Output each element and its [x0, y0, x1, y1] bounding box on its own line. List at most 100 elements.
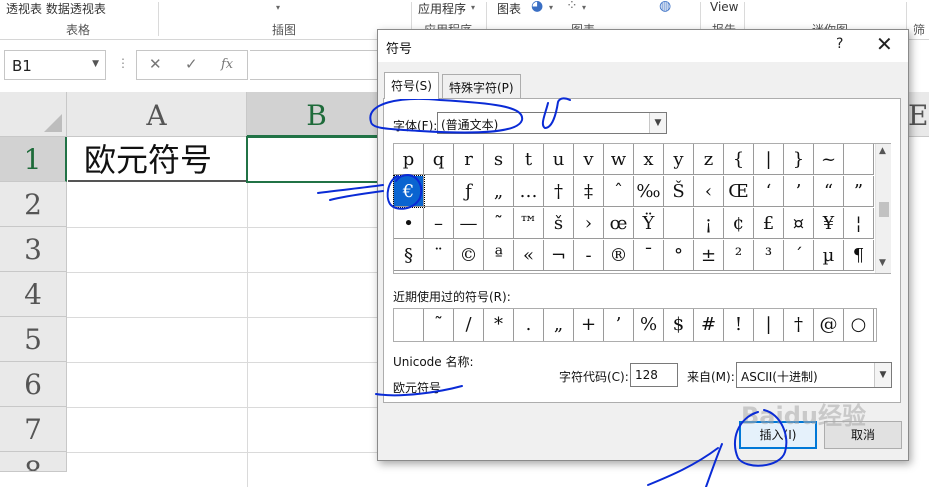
symbol-cell[interactable]: —: [454, 208, 484, 239]
scroll-thumb[interactable]: [879, 202, 889, 217]
symbol-cell[interactable]: }: [784, 144, 814, 175]
symbol-cell[interactable]: Ÿ: [634, 208, 664, 239]
row-header-8[interactable]: 8: [0, 452, 67, 472]
symbol-cell[interactable]: °: [664, 240, 694, 271]
view-button[interactable]: View: [710, 0, 738, 14]
symbol-cell[interactable]: ¶: [844, 240, 874, 271]
symbol-cell[interactable]: v: [574, 144, 604, 175]
symbol-cell[interactable]: –: [424, 208, 454, 239]
column-header-a[interactable]: A: [67, 92, 247, 137]
symbol-cell[interactable]: µ: [814, 240, 844, 271]
chevron-down-icon[interactable]: ▼: [92, 59, 99, 69]
symbol-cell[interactable]: -: [574, 240, 604, 271]
pivot-table-label[interactable]: 透视表 数据透视表: [6, 0, 106, 17]
formula-input[interactable]: [250, 50, 380, 80]
recent-symbol-cell[interactable]: %: [634, 309, 664, 341]
symbol-cell[interactable]: ˜: [484, 208, 514, 239]
close-icon[interactable]: ✕: [876, 32, 893, 56]
font-select[interactable]: (普通文本) ▼: [437, 112, 667, 134]
insert-function-icon[interactable]: fx: [221, 57, 233, 72]
row-header-3[interactable]: 3: [0, 227, 67, 272]
symbol-cell[interactable]: ´: [784, 240, 814, 271]
name-box[interactable]: B1 ▼: [4, 50, 106, 80]
scroll-up-icon[interactable]: ▲: [879, 146, 886, 156]
scatter-dropdown-icon[interactable]: ▾: [582, 3, 586, 12]
symbol-cell[interactable]: ¬: [544, 240, 574, 271]
symbol-cell[interactable]: u: [544, 144, 574, 175]
symbol-cell[interactable]: œ: [604, 208, 634, 239]
symbol-cell[interactable]: ¢: [724, 208, 754, 239]
row-header-7[interactable]: 7: [0, 407, 67, 452]
recent-symbol-cell[interactable]: @: [814, 309, 844, 341]
dialog-titlebar[interactable]: 符号 ? ✕: [378, 30, 908, 62]
recent-symbol-cell[interactable]: /: [454, 309, 484, 341]
column-header-b[interactable]: B: [247, 92, 387, 137]
symbol-cell[interactable]: {: [724, 144, 754, 175]
symbol-cell[interactable]: ˆ: [604, 176, 634, 207]
cancel-icon[interactable]: ✕: [149, 55, 162, 73]
formula-bar-grip-icon[interactable]: ⋮: [117, 56, 129, 70]
symbol-cell[interactable]: ›: [574, 208, 604, 239]
symbol-cell[interactable]: x: [634, 144, 664, 175]
symbol-cell[interactable]: «: [514, 240, 544, 271]
cell-a1[interactable]: 欧元符号: [68, 137, 247, 182]
recent-symbol-cell[interactable]: +: [574, 309, 604, 341]
symbol-cell[interactable]: q: [424, 144, 454, 175]
symbol-cell[interactable]: ¥: [814, 208, 844, 239]
symbol-cell[interactable]: ’: [784, 176, 814, 207]
symbol-cell[interactable]: ‡: [574, 176, 604, 207]
symbol-cell[interactable]: ~: [814, 144, 844, 175]
chevron-down-icon[interactable]: ▼: [649, 113, 666, 133]
symbol-cell[interactable]: r: [454, 144, 484, 175]
symbol-cell[interactable]: ƒ: [454, 176, 484, 207]
symbol-cell[interactable]: z: [694, 144, 724, 175]
symbol-cell[interactable]: ¤: [784, 208, 814, 239]
enter-icon[interactable]: ✓: [185, 55, 198, 73]
symbol-cell[interactable]: ‰: [634, 176, 664, 207]
tab-special-characters[interactable]: 特殊字符(P): [442, 74, 521, 98]
symbol-cell[interactable]: „: [484, 176, 514, 207]
cell-b1-selected[interactable]: [246, 136, 386, 183]
symbol-cell[interactable]: ‹: [694, 176, 724, 207]
symbol-cell[interactable]: “: [814, 176, 844, 207]
illustrations-dropdown-icon[interactable]: ▾: [276, 3, 280, 12]
symbol-cell[interactable]: ®: [604, 240, 634, 271]
recent-symbol-cell[interactable]: |: [754, 309, 784, 341]
from-select[interactable]: ASCII(十进制) ▼: [736, 362, 892, 388]
symbol-cell[interactable]: ‘: [754, 176, 784, 207]
pie-chart-icon[interactable]: ◕: [531, 0, 543, 14]
column-header-e[interactable]: E: [906, 92, 929, 137]
symbol-cell[interactable]: ¡: [694, 208, 724, 239]
apps-dropdown-icon[interactable]: ▾: [471, 3, 475, 12]
recent-symbol-cell[interactable]: „: [544, 309, 574, 341]
recent-symbol-cell[interactable]: [394, 309, 424, 341]
scroll-down-icon[interactable]: ▼: [879, 258, 886, 268]
symbol-cell[interactable]: [424, 176, 454, 207]
symbol-cell[interactable]: §: [394, 240, 424, 271]
row-header-6[interactable]: 6: [0, 362, 67, 407]
row-header-2[interactable]: 2: [0, 182, 67, 227]
symbol-cell[interactable]: …: [514, 176, 544, 207]
symbol-grid-scrollbar[interactable]: ▲ ▼: [875, 144, 891, 273]
chevron-down-icon[interactable]: ▼: [874, 363, 891, 387]
char-code-input[interactable]: 128: [630, 363, 678, 387]
symbol-cell[interactable]: [664, 208, 694, 239]
apps-button[interactable]: 应用程序: [418, 0, 466, 17]
recent-symbol-cell[interactable]: ’: [604, 309, 634, 341]
row-header-1[interactable]: 1: [0, 137, 67, 182]
recent-symbol-cell[interactable]: !: [724, 309, 754, 341]
symbol-cell[interactable]: ±: [694, 240, 724, 271]
symbol-cell[interactable]: š: [544, 208, 574, 239]
symbol-cell[interactable]: ¯: [634, 240, 664, 271]
symbol-cell[interactable]: [844, 144, 874, 175]
recent-symbol-cell[interactable]: ˜: [424, 309, 454, 341]
symbol-cell[interactable]: ¨: [424, 240, 454, 271]
recent-symbol-cell[interactable]: .: [514, 309, 544, 341]
pie-dropdown-icon[interactable]: ▾: [549, 3, 553, 12]
help-icon[interactable]: ?: [836, 36, 843, 52]
symbol-cell[interactable]: y: [664, 144, 694, 175]
recent-symbol-cell[interactable]: #: [694, 309, 724, 341]
symbol-cell[interactable]: s: [484, 144, 514, 175]
recent-symbol-cell[interactable]: ○: [844, 309, 874, 341]
symbol-cell[interactable]: ™: [514, 208, 544, 239]
